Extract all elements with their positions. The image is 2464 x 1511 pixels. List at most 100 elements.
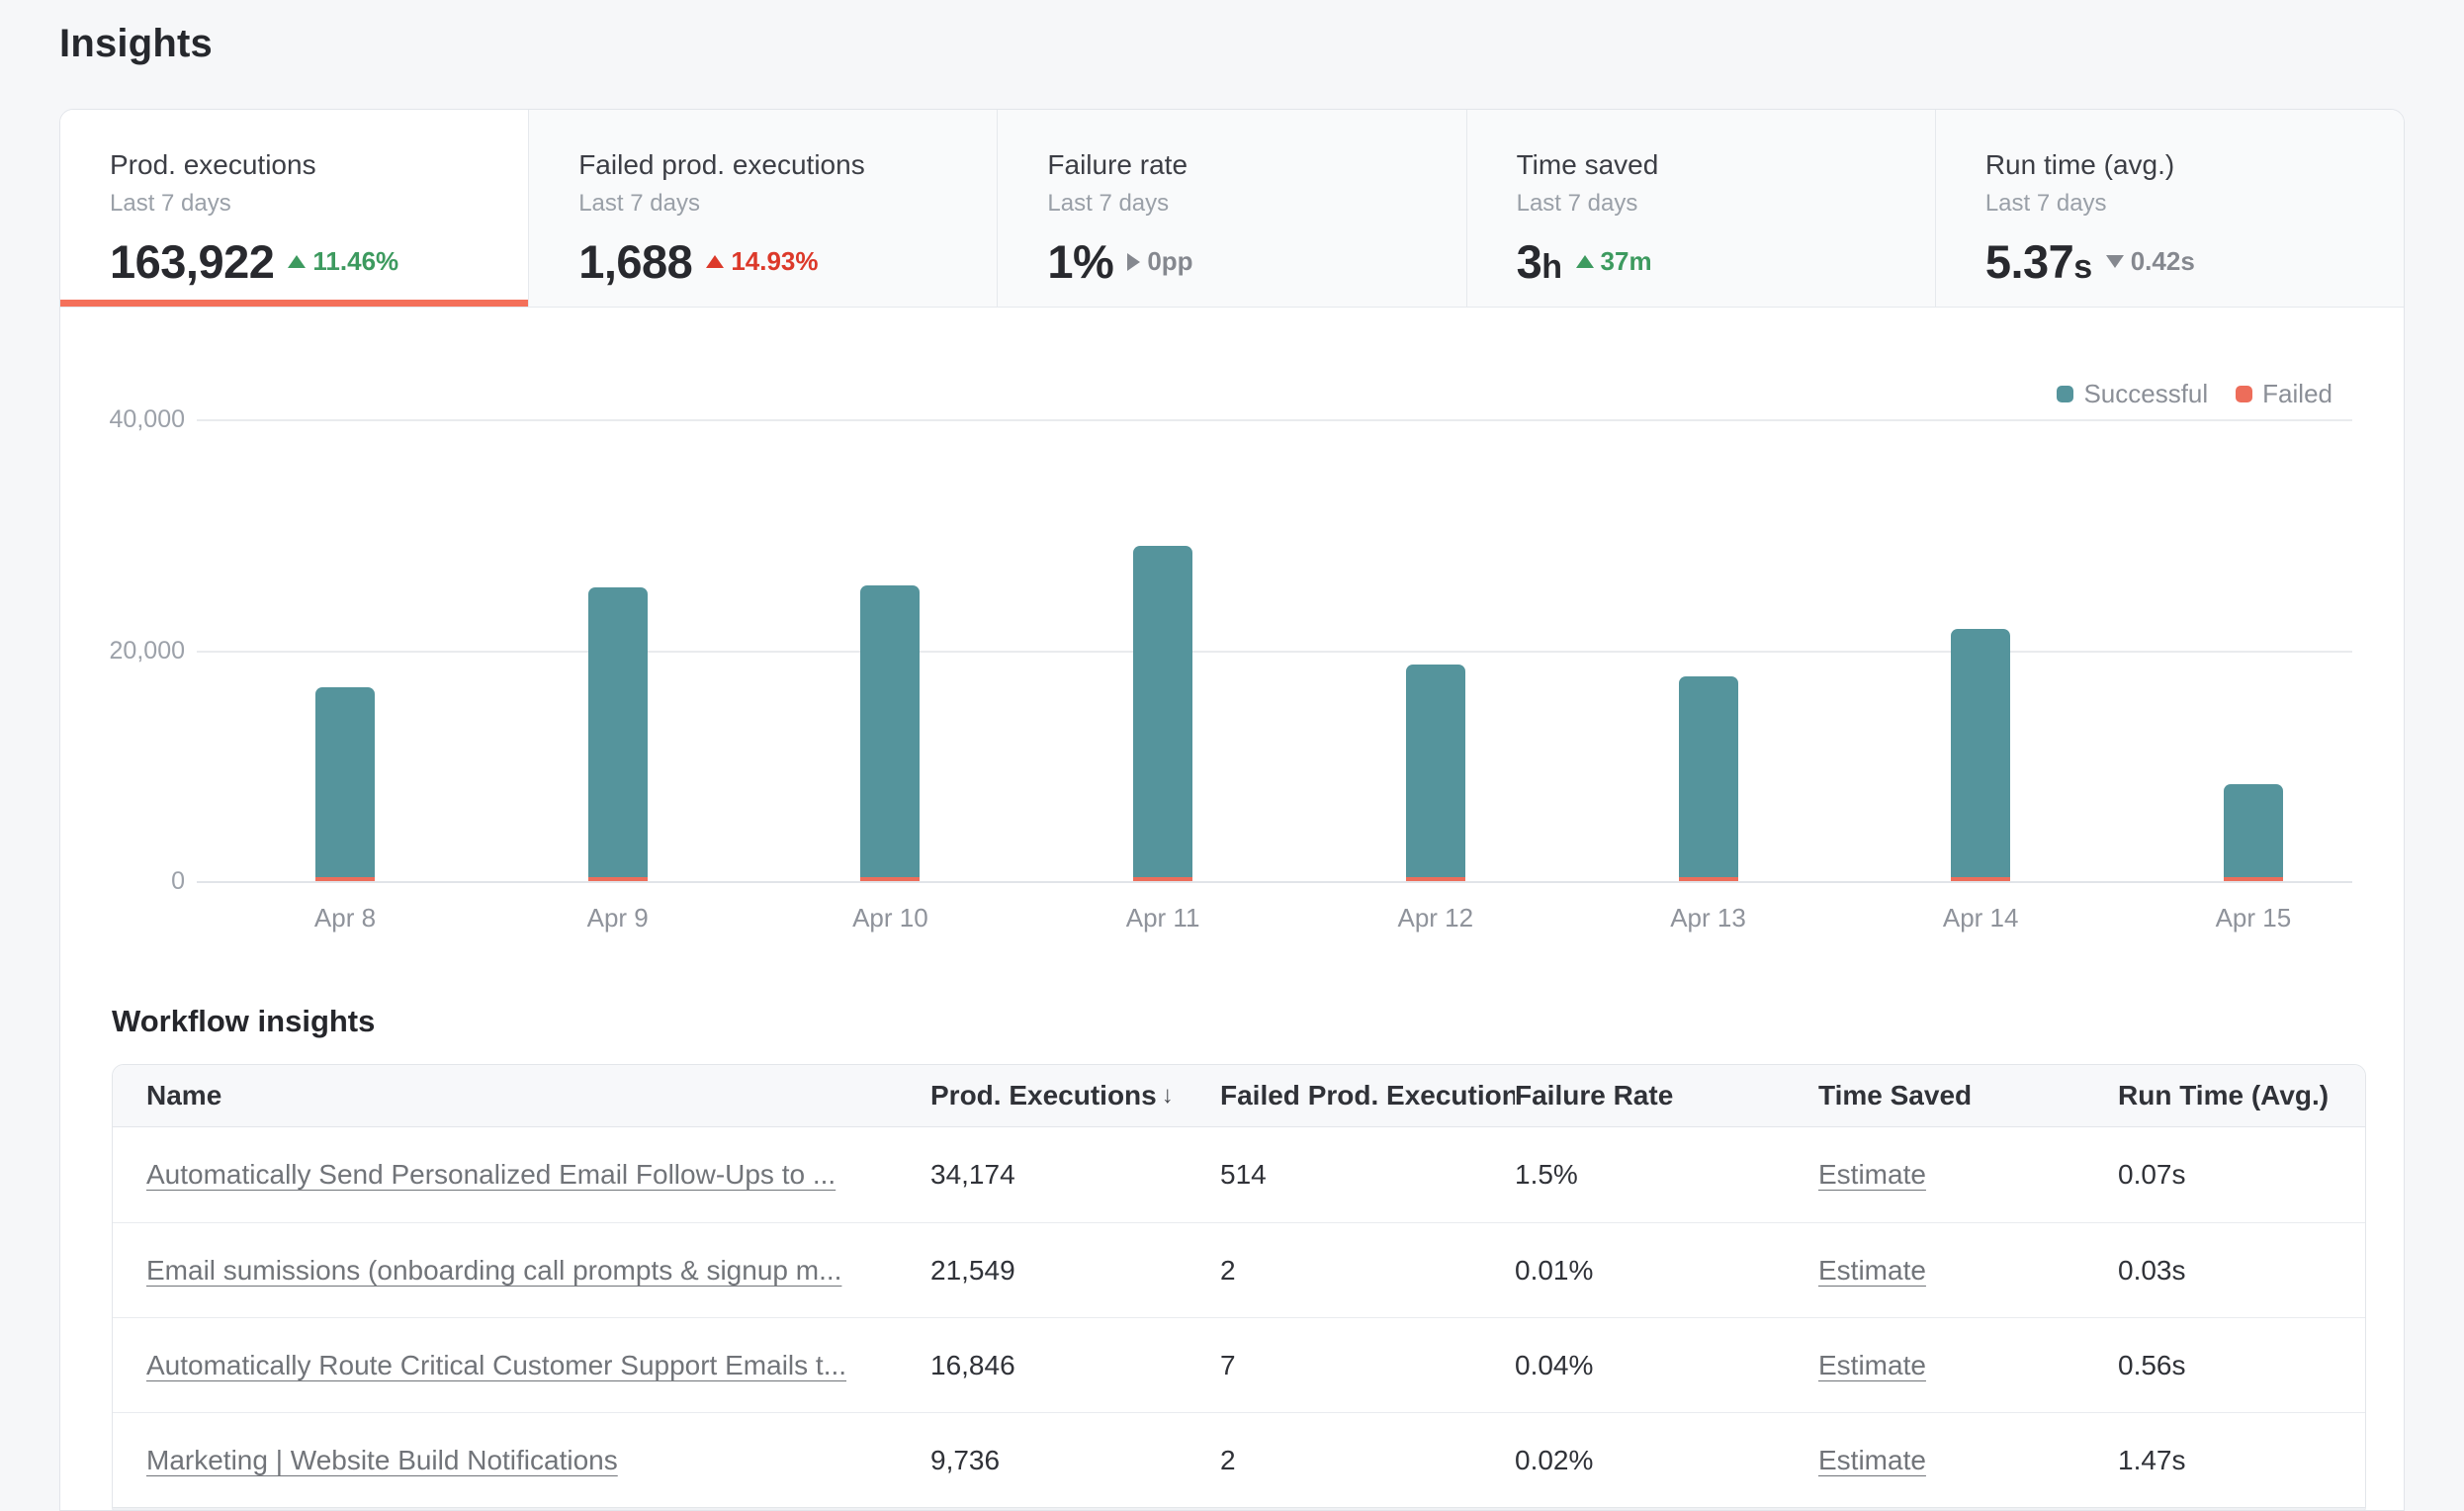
time-saved-estimate-link[interactable]: Estimate [1818, 1255, 1926, 1286]
card-value: 1,688 [578, 234, 692, 289]
bar-failed-segment [1133, 877, 1192, 881]
failed-prod-executions-cell: 514 [1220, 1159, 1515, 1191]
bar-successful-segment [1133, 546, 1192, 881]
card-value: 3h [1517, 234, 1562, 289]
card-value: 163,922 [110, 234, 274, 289]
bar-failed-segment [588, 877, 648, 881]
run-time-cell: 0.03s [2118, 1255, 2366, 1287]
bar-successful-segment [315, 687, 375, 881]
failed-prod-executions-cell: 2 [1220, 1445, 1515, 1476]
workflow-insights-table: NameProd. Executions↓Failed Prod. Execut… [112, 1064, 2366, 1511]
bar-apr-11 [1133, 546, 1192, 881]
legend-label: Successful [2083, 379, 2208, 409]
x-axis-tick: Apr 13 [1629, 903, 1788, 933]
x-axis-tick: Apr 8 [266, 903, 424, 933]
summary-card-time-saved[interactable]: Time savedLast 7 days3h37m [1466, 110, 1935, 307]
bar-failed-segment [2224, 877, 2283, 881]
table-next-row-partial [113, 1507, 2365, 1511]
summary-card-failed-prod-executions[interactable]: Failed prod. executions Last 7 days 1,688 1… [528, 110, 997, 307]
bar-successful-segment [2224, 784, 2283, 881]
card-title: Run time (avg.) [1985, 149, 2384, 181]
run-time-cell: 1.47s [2118, 1445, 2366, 1476]
failed-prod-executions-cell: 2 [1220, 1255, 1515, 1287]
prod-executions-cell: 16,846 [930, 1350, 1220, 1381]
trend-down-icon [2106, 255, 2124, 268]
legend-swatch-successful-icon [2057, 386, 2073, 402]
workflow-name-link[interactable]: Email sumissions (onboarding call prompt… [146, 1255, 841, 1286]
bar-apr-10 [860, 585, 920, 881]
bar-successful-segment [588, 587, 648, 881]
x-axis-tick: Apr 12 [1357, 903, 1515, 933]
table-row: Automatically Route Critical Customer Su… [113, 1317, 2365, 1412]
bar-failed-segment [1406, 877, 1465, 881]
failure-rate-cell: 1.5% [1515, 1159, 1818, 1191]
summary-card-prod-executions[interactable]: Prod. executionsLast 7 days163,92211.46% [60, 110, 528, 307]
table-row: Automatically Send Personalized Email Fo… [113, 1127, 2365, 1222]
y-axis-tick: 40,000 [60, 405, 185, 434]
card-subtitle: Last 7 days [578, 190, 977, 218]
workflow-name-link[interactable]: Marketing | Website Build Notifications [146, 1445, 618, 1475]
x-axis-tick: Apr 9 [539, 903, 697, 933]
card-title: Failed prod. executions [578, 149, 977, 181]
trend-up-icon [706, 255, 724, 268]
prod-executions-cell: 9,736 [930, 1445, 1220, 1476]
card-title: Prod. executions [110, 149, 508, 181]
table-body: Automatically Send Personalized Email Fo… [113, 1127, 2365, 1507]
workflow-name-link[interactable]: Automatically Send Personalized Email Fo… [146, 1159, 836, 1190]
active-card-indicator [60, 300, 528, 307]
x-axis-tick: Apr 10 [811, 903, 969, 933]
bar-apr-12 [1406, 665, 1465, 881]
gridline-20000 [197, 651, 2352, 653]
y-axis-tick: 20,000 [60, 637, 185, 666]
bar-apr-13 [1679, 676, 1738, 881]
card-title: Time saved [1517, 149, 1915, 181]
legend-item-failed[interactable]: Failed [2236, 379, 2332, 409]
bar-successful-segment [1951, 629, 2010, 881]
failure-rate-cell: 0.01% [1515, 1255, 1818, 1287]
legend-label: Failed [2262, 379, 2332, 409]
card-title: Failure rate [1047, 149, 1446, 181]
gridline-0 [197, 881, 2352, 883]
card-subtitle: Last 7 days [1985, 190, 2384, 218]
chart-legend: Successful Failed [2057, 379, 2332, 409]
failure-rate-cell: 0.04% [1515, 1350, 1818, 1381]
card-delta: 11.46% [288, 246, 398, 277]
column-header-failed-prod-executions[interactable]: Failed Prod. Executions [1220, 1080, 1515, 1111]
column-header-failure-rate[interactable]: Failure Rate [1515, 1080, 1818, 1111]
page-title: Insights [59, 22, 2464, 65]
bar-apr-14 [1951, 629, 2010, 881]
bar-successful-segment [1679, 676, 1738, 881]
time-saved-estimate-link[interactable]: Estimate [1818, 1445, 1926, 1475]
column-header-time-saved[interactable]: Time Saved [1818, 1080, 2118, 1111]
table-row: Email sumissions (onboarding call prompt… [113, 1222, 2365, 1317]
card-value: 5.37s [1985, 234, 2092, 289]
bar-successful-segment [860, 585, 920, 881]
column-header-run-time-avg[interactable]: Run Time (Avg.) [2118, 1080, 2366, 1111]
card-delta: 0pp [1127, 246, 1192, 277]
bar-apr-8 [315, 687, 375, 881]
workflow-name-link[interactable]: Automatically Route Critical Customer Su… [146, 1350, 846, 1380]
summary-cards-row: Prod. executions Last 7 days 163,922 11.46%… [60, 110, 2404, 308]
table-header-row: NameProd. Executions↓Failed Prod. Execut… [113, 1065, 2365, 1127]
card-subtitle: Last 7 days [1517, 190, 1915, 218]
summary-card-failure-rate[interactable]: Failure rateLast 7 days1%0pp [997, 110, 1465, 307]
column-header-prod-executions[interactable]: Prod. Executions↓ [930, 1080, 1220, 1111]
time-saved-estimate-link[interactable]: Estimate [1818, 1350, 1926, 1380]
card-delta: 0.42s [2106, 246, 2195, 277]
legend-item-successful[interactable]: Successful [2057, 379, 2208, 409]
bar-apr-15 [2224, 784, 2283, 881]
x-axis-tick: Apr 14 [1901, 903, 2060, 933]
run-time-cell: 0.56s [2118, 1350, 2366, 1381]
workflow-insights-heading: Workflow insights [112, 1002, 2404, 1041]
summary-card-run-time-avg[interactable]: Run time (avg.) Last 7 days 5.37s 0.42s [1935, 110, 2404, 307]
column-header-name[interactable]: Name [113, 1080, 930, 1111]
executions-bar-chart: SuccessfulFailed 020,00040,000Apr 8Apr 9… [60, 308, 2404, 990]
card-delta: 14.93% [706, 246, 818, 277]
failed-prod-executions-cell: 7 [1220, 1350, 1515, 1381]
gridline-40000 [197, 419, 2352, 421]
time-saved-estimate-link[interactable]: Estimate [1818, 1159, 1926, 1190]
bar-failed-segment [315, 877, 375, 881]
x-axis-tick: Apr 11 [1084, 903, 1242, 933]
bar-failed-segment [1951, 877, 2010, 881]
bar-failed-segment [1679, 877, 1738, 881]
